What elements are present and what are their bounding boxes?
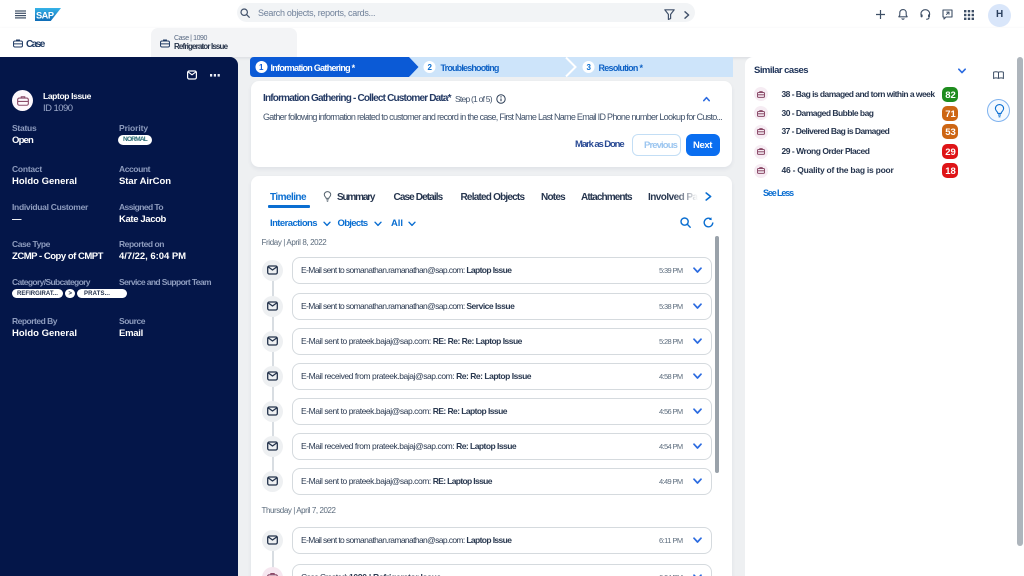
svg-text:SAP: SAP — [36, 10, 54, 20]
